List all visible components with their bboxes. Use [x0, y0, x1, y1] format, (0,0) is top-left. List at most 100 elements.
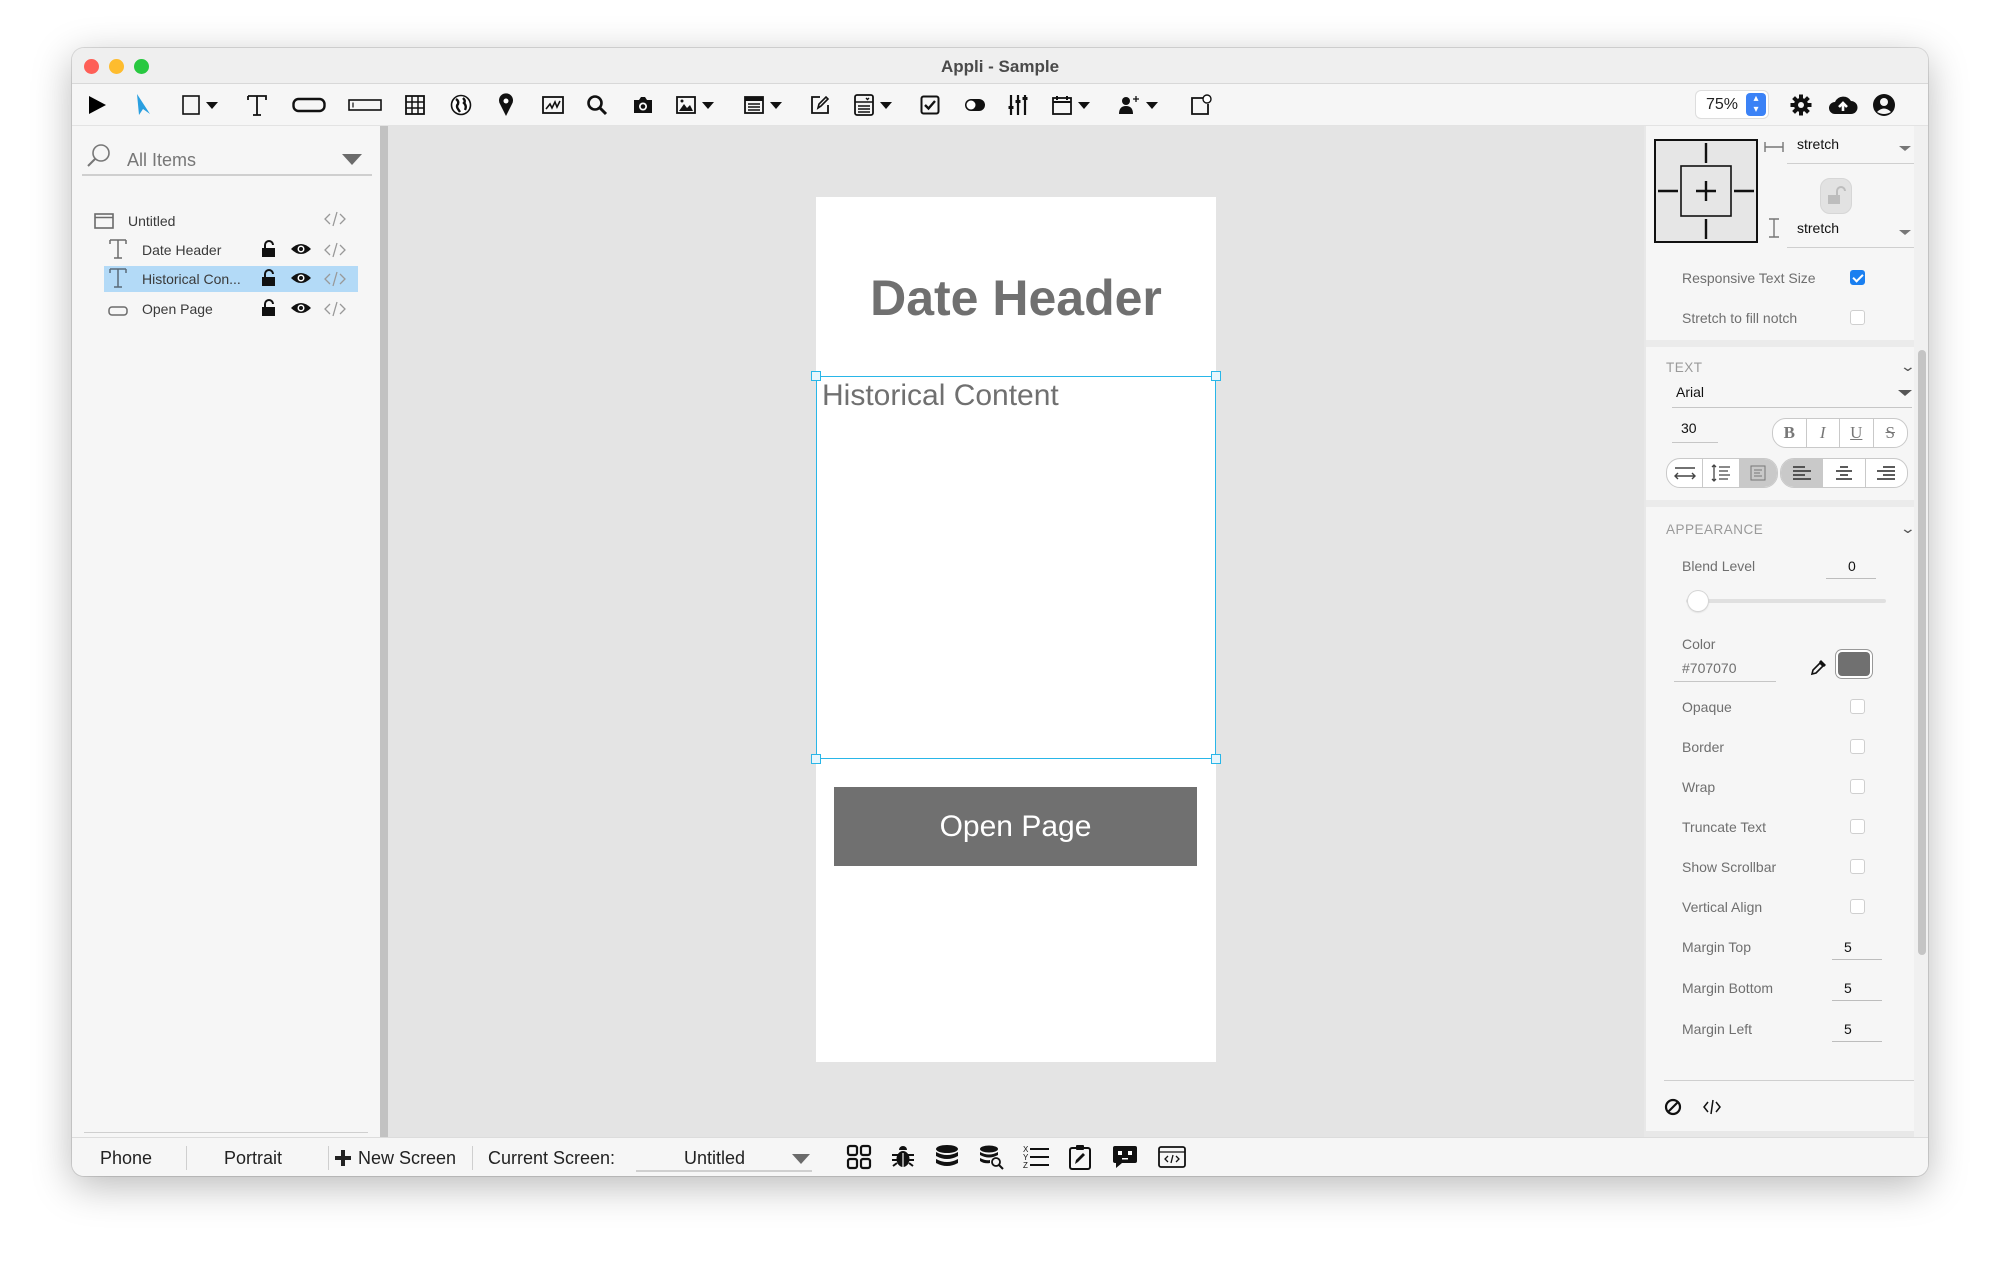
layer-row-untitled[interactable]: Untitled — [94, 208, 358, 234]
chat-bot-icon[interactable] — [1112, 1144, 1138, 1175]
bug-icon[interactable] — [890, 1144, 916, 1175]
pointer-arrow-icon[interactable] — [134, 92, 152, 118]
blend-level-slider-thumb[interactable] — [1688, 591, 1708, 611]
image-tool-button[interactable] — [676, 92, 714, 118]
stretch-to-fill-notch-checkbox[interactable] — [1850, 310, 1865, 325]
code-icon[interactable] — [324, 241, 346, 264]
picker-tool-button[interactable] — [854, 92, 892, 118]
layer-row-open-page[interactable]: Open Page — [102, 296, 358, 322]
eye-icon[interactable] — [290, 271, 312, 290]
user-account-icon[interactable] — [1872, 92, 1896, 118]
clipboard-edit-icon[interactable] — [1068, 1144, 1092, 1175]
margin-top-field[interactable]: 5 — [1832, 939, 1882, 960]
align-center-button[interactable] — [1823, 459, 1866, 487]
resize-handle-bottom-left[interactable] — [811, 754, 821, 764]
anchor-constraints-widget[interactable] — [1654, 139, 1758, 243]
eye-icon[interactable] — [290, 242, 312, 261]
historical-content-element[interactable]: Historical Content — [816, 376, 1216, 759]
resize-handle-top-right[interactable] — [1211, 371, 1221, 381]
new-screen-button[interactable]: New Screen — [332, 1138, 462, 1176]
checkbox-icon[interactable] — [920, 92, 940, 118]
sidebar-resize-handle[interactable] — [380, 126, 388, 1137]
grid-table-icon[interactable] — [405, 92, 425, 118]
color-swatch[interactable] — [1838, 652, 1870, 676]
contacts-tool-button[interactable] — [1118, 92, 1158, 118]
italic-button[interactable]: I — [1807, 419, 1840, 447]
vertical-align-checkbox[interactable] — [1850, 899, 1865, 914]
code-icon[interactable] — [324, 270, 346, 293]
font-family-dropdown[interactable]: Arial — [1672, 376, 1912, 408]
margin-bottom-field[interactable]: 5 — [1832, 980, 1882, 1001]
edit-pencil-icon[interactable] — [810, 92, 830, 118]
database-search-icon[interactable] — [978, 1144, 1004, 1175]
fit-width-button[interactable] — [1667, 459, 1704, 487]
web-code-icon[interactable] — [1158, 1144, 1186, 1175]
search-icon[interactable] — [586, 92, 608, 118]
date-tool-button[interactable] — [1052, 92, 1090, 118]
line-spacing-button[interactable] — [1703, 459, 1740, 487]
responsive-text-size-checkbox[interactable] — [1850, 270, 1865, 285]
design-canvas[interactable]: Date Header Historical Content Open Page — [388, 126, 1716, 1137]
camera-icon[interactable] — [632, 92, 654, 118]
truncate-text-checkbox[interactable] — [1850, 819, 1865, 834]
cloud-upload-icon[interactable] — [1828, 92, 1858, 118]
xyz-list-icon[interactable]: XYZ — [1022, 1144, 1050, 1175]
open-page-button[interactable]: Open Page — [834, 787, 1197, 866]
margin-left-field[interactable]: 5 — [1832, 1021, 1882, 1042]
text-field-icon[interactable] — [348, 92, 382, 118]
unlocked-icon[interactable] — [262, 269, 276, 292]
layer-row-historical-content[interactable]: Historical Con... — [104, 266, 358, 292]
resize-handle-top-left[interactable] — [811, 371, 821, 381]
aspect-lock-toggle[interactable] — [1820, 178, 1852, 214]
color-hex-field[interactable]: #707070 — [1674, 660, 1776, 682]
font-size-field[interactable]: 30 — [1672, 420, 1718, 443]
eyedropper-icon[interactable] — [1810, 658, 1828, 681]
strikethrough-button[interactable]: S — [1874, 419, 1907, 447]
resize-handle-bottom-right[interactable] — [1211, 754, 1221, 764]
properties-scrollbar[interactable] — [1918, 350, 1926, 955]
layer-row-date-header[interactable]: Date Header — [102, 237, 358, 263]
screens-grid-icon[interactable] — [846, 1144, 872, 1175]
show-scrollbar-checkbox[interactable] — [1850, 859, 1865, 874]
opaque-checkbox[interactable] — [1850, 699, 1865, 714]
disable-icon[interactable] — [1664, 1098, 1682, 1121]
filter-dropdown[interactable]: All Items — [82, 140, 372, 176]
bold-button[interactable]: B — [1773, 419, 1807, 447]
list-tool-button[interactable] — [744, 92, 782, 118]
zoom-stepper[interactable]: ▴ ▾ — [1746, 93, 1766, 116]
code-icon[interactable] — [324, 210, 346, 233]
align-right-button[interactable] — [1866, 459, 1907, 487]
code-icon[interactable] — [1702, 1098, 1722, 1121]
blend-level-field[interactable]: 0 — [1826, 558, 1876, 579]
text-box-button[interactable] — [1739, 459, 1777, 487]
map-pin-icon[interactable] — [498, 92, 514, 118]
wrap-checkbox[interactable] — [1850, 779, 1865, 794]
unlocked-icon[interactable] — [262, 299, 276, 322]
device-selector[interactable]: Phone — [100, 1148, 152, 1169]
width-sizing-dropdown[interactable]: stretch — [1787, 128, 1915, 164]
current-screen-dropdown[interactable]: Untitled — [636, 1142, 812, 1172]
align-left-button[interactable] — [1781, 459, 1824, 487]
unlocked-icon[interactable] — [262, 240, 276, 263]
sliders-icon[interactable] — [1008, 92, 1028, 118]
toggle-icon[interactable] — [964, 92, 986, 118]
globe-icon[interactable] — [450, 92, 472, 118]
blend-level-slider[interactable] — [1686, 599, 1886, 603]
text-t-icon[interactable] — [246, 92, 268, 118]
database-icon[interactable] — [934, 1144, 960, 1175]
play-icon[interactable] — [86, 92, 108, 118]
chart-icon[interactable] — [542, 92, 564, 118]
badge-icon[interactable] — [1190, 92, 1212, 118]
code-icon[interactable] — [324, 300, 346, 323]
height-sizing-dropdown[interactable]: stretch — [1787, 212, 1915, 248]
orientation-selector[interactable]: Portrait — [224, 1148, 282, 1169]
button-shape-icon[interactable] — [292, 92, 326, 118]
underline-button[interactable]: U — [1840, 419, 1874, 447]
zoom-level-field[interactable]: 75% ▴ ▾ — [1696, 91, 1768, 118]
phone-screen-preview[interactable]: Date Header Historical Content Open Page — [811, 197, 1221, 1062]
eye-icon[interactable] — [290, 301, 312, 320]
gear-icon[interactable] — [1790, 92, 1812, 118]
date-header-text[interactable]: Date Header — [816, 269, 1216, 327]
rectangle-tool-button[interactable] — [182, 92, 218, 118]
border-checkbox[interactable] — [1850, 739, 1865, 754]
